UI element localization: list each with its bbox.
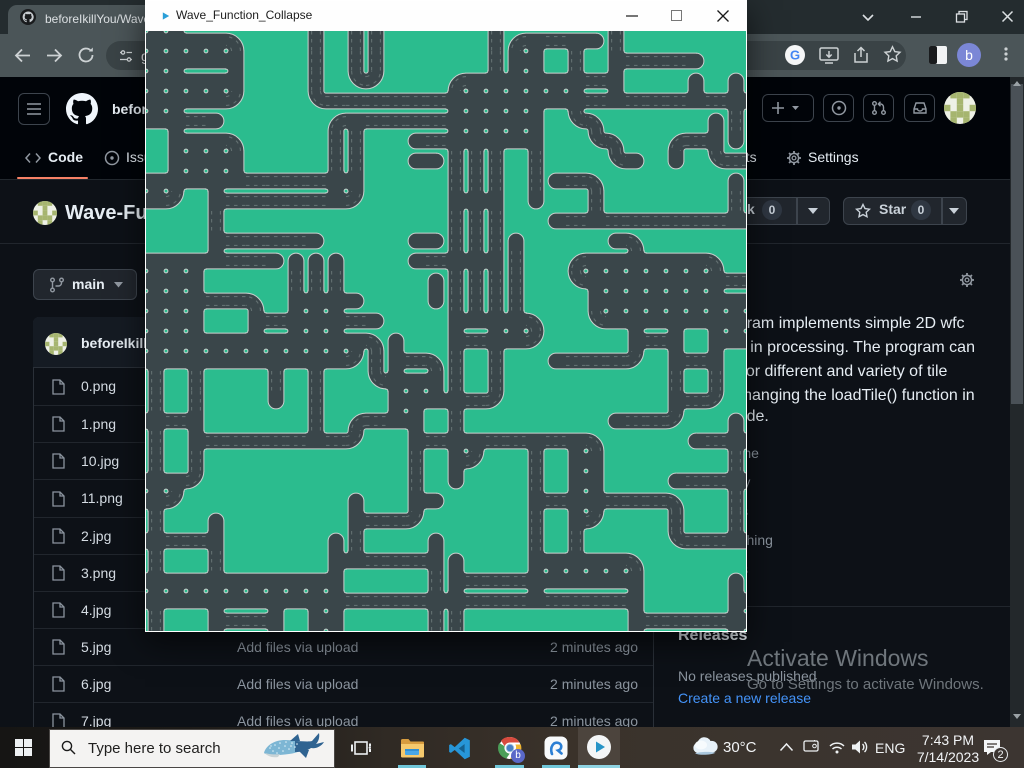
svg-text:G: G <box>790 48 800 63</box>
